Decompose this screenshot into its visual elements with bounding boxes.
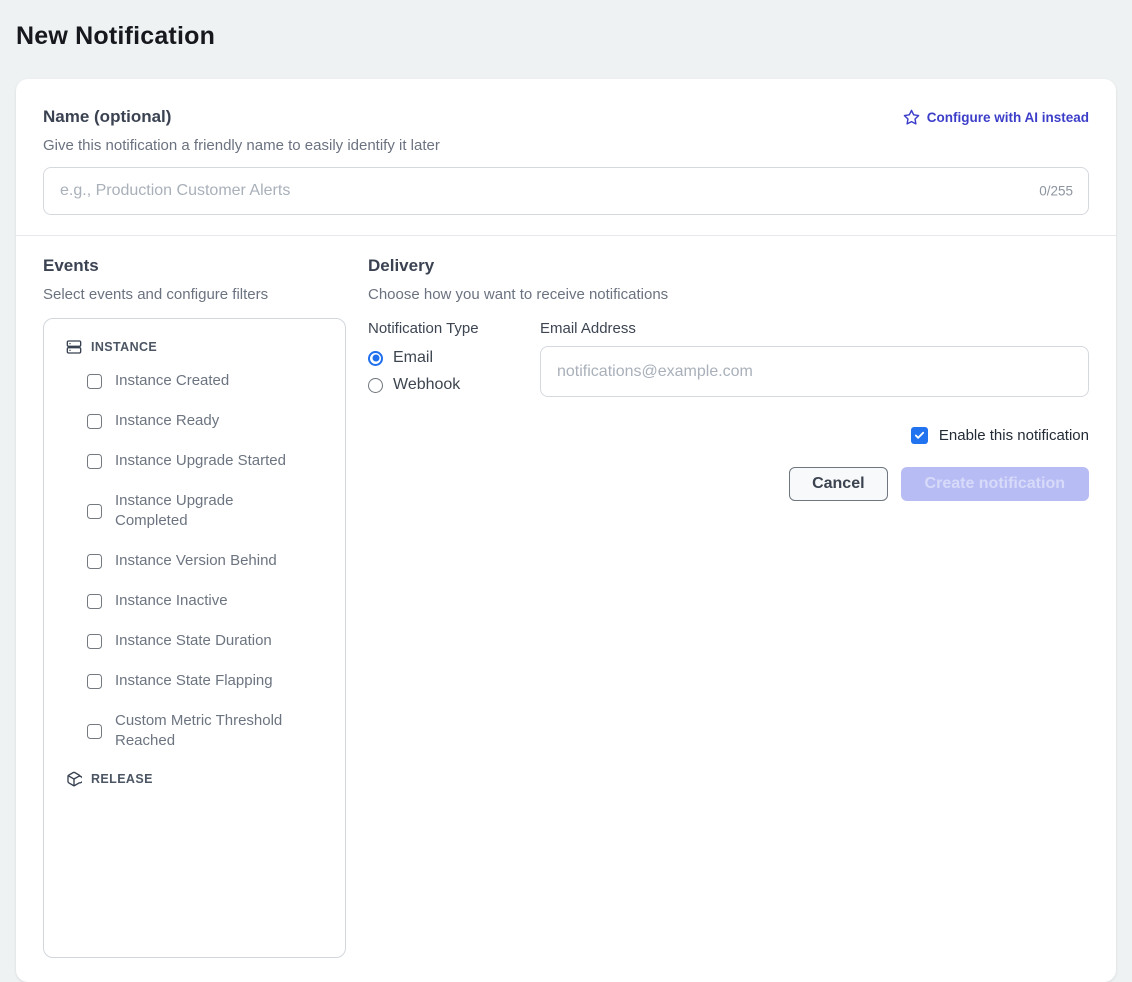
section-divider xyxy=(16,235,1116,236)
radio-icon[interactable] xyxy=(368,378,383,393)
page: New Notification Name (optional) Configu… xyxy=(0,0,1132,982)
event-checkbox-row[interactable]: Instance Ready xyxy=(87,411,329,431)
event-checkbox[interactable] xyxy=(87,674,102,689)
events-delivery-columns: Events Select events and configure filte… xyxy=(43,256,1089,958)
events-section-title: Events xyxy=(43,256,346,276)
delivery-section-subtitle: Choose how you want to receive notificat… xyxy=(368,286,1089,303)
event-checkbox-row[interactable]: Instance Upgrade Started xyxy=(87,451,329,471)
enable-notification-checkbox[interactable] xyxy=(911,427,928,444)
event-label: Instance Created xyxy=(115,371,229,391)
event-checkbox-row[interactable]: Instance Inactive xyxy=(87,591,329,611)
notification-type-option-email[interactable]: Email xyxy=(368,349,540,367)
cancel-button[interactable]: Cancel xyxy=(789,467,887,501)
notification-type-option-webhook[interactable]: Webhook xyxy=(368,376,540,394)
radio-icon[interactable] xyxy=(368,351,383,366)
package-icon xyxy=(66,771,82,787)
event-checkbox[interactable] xyxy=(87,554,102,569)
event-group-header-instance: INSTANCE xyxy=(66,339,329,355)
event-label: Instance State Duration xyxy=(115,631,272,651)
event-checkbox[interactable] xyxy=(87,374,102,389)
create-notification-button[interactable]: Create notification xyxy=(901,467,1089,501)
event-checkbox-row[interactable]: Instance Upgrade Completed xyxy=(87,491,329,531)
enable-notification-label: Enable this notification xyxy=(939,427,1089,444)
server-icon xyxy=(66,339,82,355)
name-section-header: Name (optional) Configure with AI instea… xyxy=(43,107,1089,127)
event-checkbox-row[interactable]: Custom Metric Threshold Reached xyxy=(87,711,329,751)
email-address-group: Email Address xyxy=(540,320,1089,403)
email-address-label: Email Address xyxy=(540,320,1089,337)
event-checkbox-row[interactable]: Instance State Duration xyxy=(87,631,329,651)
page-title: New Notification xyxy=(16,22,1116,51)
event-checkbox[interactable] xyxy=(87,454,102,469)
notification-type-radio-group: Email Webhook xyxy=(368,349,540,394)
radio-label: Webhook xyxy=(393,376,460,394)
star-icon xyxy=(903,109,920,126)
event-label: Instance Upgrade Started xyxy=(115,451,286,471)
event-label: Instance Inactive xyxy=(115,591,228,611)
event-group-name: RELEASE xyxy=(91,772,153,786)
name-section-subtitle: Give this notification a friendly name t… xyxy=(43,137,1089,154)
email-input[interactable] xyxy=(540,346,1089,397)
event-label: Instance Upgrade Completed xyxy=(115,491,295,531)
name-section-title: Name (optional) xyxy=(43,107,171,127)
events-section-subtitle: Select events and configure filters xyxy=(43,286,346,303)
event-checkbox-row[interactable]: Instance State Flapping xyxy=(87,671,329,691)
radio-label: Email xyxy=(393,349,433,367)
event-group-name: INSTANCE xyxy=(91,340,157,354)
delivery-grid: Notification Type Email Webhook Email Add… xyxy=(368,320,1089,403)
event-group-header-release: RELEASE xyxy=(66,771,329,787)
event-checkbox[interactable] xyxy=(87,504,102,519)
event-label: Instance State Flapping xyxy=(115,671,273,691)
events-list: INSTANCE Instance Created Instance Ready In… xyxy=(43,318,346,958)
enable-notification-row[interactable]: Enable this notification xyxy=(368,427,1089,444)
name-input[interactable] xyxy=(43,167,1089,215)
configure-with-ai-link[interactable]: Configure with AI instead xyxy=(903,109,1089,126)
event-label: Custom Metric Threshold Reached xyxy=(115,711,295,751)
event-checkbox-row[interactable]: Instance Created xyxy=(87,371,329,391)
notification-type-label: Notification Type xyxy=(368,320,540,337)
events-column: Events Select events and configure filte… xyxy=(43,256,346,958)
event-checkbox[interactable] xyxy=(87,414,102,429)
event-checkbox[interactable] xyxy=(87,594,102,609)
name-input-wrap: 0/255 xyxy=(43,167,1089,215)
delivery-section-title: Delivery xyxy=(368,256,1089,276)
event-label: Instance Version Behind xyxy=(115,551,277,571)
char-counter: 0/255 xyxy=(1039,184,1073,199)
notification-type-group: Notification Type Email Webhook xyxy=(368,320,540,403)
event-checkbox-row[interactable]: Instance Version Behind xyxy=(87,551,329,571)
event-checkbox[interactable] xyxy=(87,634,102,649)
form-actions: Cancel Create notification xyxy=(368,467,1089,501)
delivery-column: Delivery Choose how you want to receive … xyxy=(368,256,1089,958)
check-icon xyxy=(914,430,925,441)
configure-with-ai-label: Configure with AI instead xyxy=(927,110,1089,125)
new-notification-card: Name (optional) Configure with AI instea… xyxy=(16,79,1116,982)
event-label: Instance Ready xyxy=(115,411,219,431)
event-checkbox[interactable] xyxy=(87,724,102,739)
